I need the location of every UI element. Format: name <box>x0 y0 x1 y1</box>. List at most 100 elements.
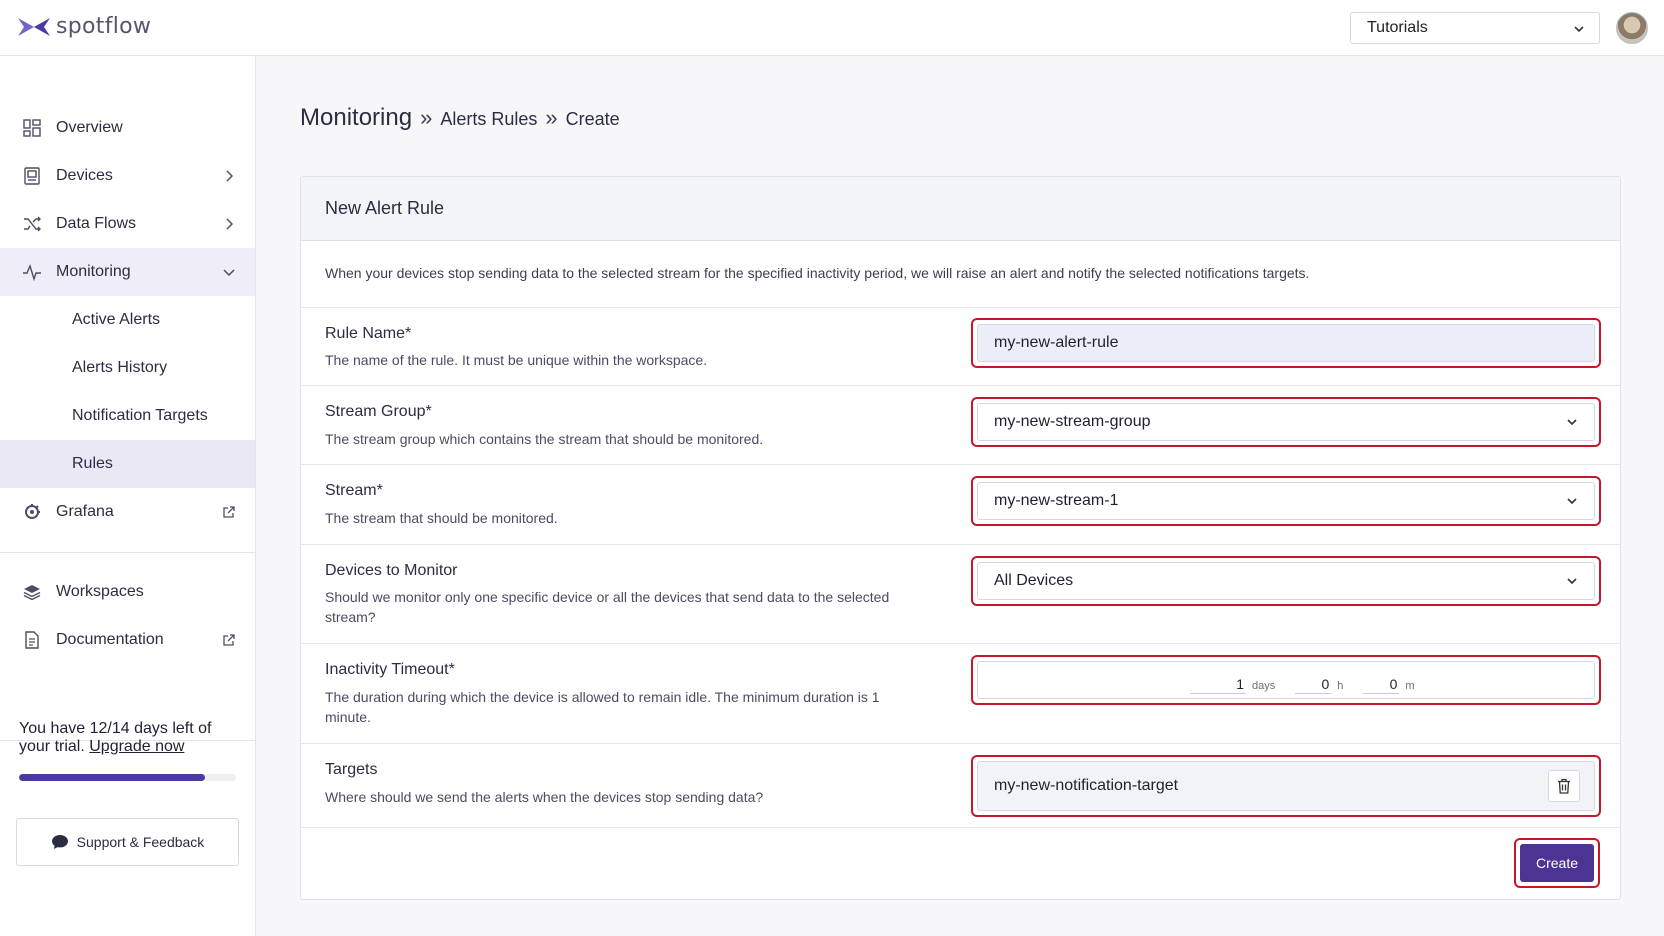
stream-group-label: Stream Group* <box>325 403 432 420</box>
sidebar-item-label: Devices <box>56 167 113 184</box>
row-divider <box>301 827 1620 828</box>
sidebar-item-data-flows[interactable]: Data Flows <box>0 200 255 248</box>
sidebar-item-overview[interactable]: Overview <box>0 104 255 152</box>
sidebar-item-active-alerts[interactable]: Active Alerts <box>0 296 255 344</box>
sidebar-item-label: Workspaces <box>56 583 144 600</box>
breadcrumb-monitoring[interactable]: Monitoring <box>300 104 412 132</box>
support-feedback-button[interactable]: Support & Feedback <box>16 818 239 866</box>
stream-group-value: my-new-stream-group <box>994 413 1151 430</box>
stream-label: Stream* <box>325 482 383 499</box>
devices-select[interactable]: All Devices <box>977 562 1595 600</box>
row-divider <box>301 544 1620 545</box>
row-divider <box>301 385 1620 386</box>
chevron-right-icon <box>226 218 234 230</box>
rule-name-help: The name of the rule. It must be unique … <box>325 352 708 368</box>
devices-value: All Devices <box>994 572 1074 589</box>
sidebar-item-label: Overview <box>56 119 123 136</box>
upgrade-link[interactable]: Upgrade now <box>89 738 184 755</box>
timeout-label: Inactivity Timeout* <box>325 661 455 678</box>
sidebar-item-rules[interactable]: Rules <box>0 440 255 488</box>
workspace-select-value: Tutorials <box>1367 19 1428 36</box>
trial-progress-bar <box>19 774 236 781</box>
pulse-icon <box>23 263 41 282</box>
chat-icon <box>51 835 68 849</box>
sidebar-item-monitoring[interactable]: Monitoring <box>0 248 255 296</box>
shuffle-icon <box>24 216 41 232</box>
row-divider <box>301 464 1620 465</box>
sidebar-item-label: Grafana <box>56 503 114 520</box>
breadcrumb-create: Create <box>565 109 620 129</box>
timeout-hours-input[interactable]: 0 <box>1295 676 1332 694</box>
targets-help: Where should we send the alerts when the… <box>325 789 764 805</box>
sidebar-item-label: Rules <box>72 455 113 472</box>
sidebar-item-label: Data Flows <box>56 215 137 232</box>
sidebar-divider <box>0 552 255 553</box>
sidebar-item-label: Alerts History <box>72 359 168 376</box>
chevron-down-icon <box>1567 419 1577 426</box>
timeout-hours-unit: h <box>1337 680 1344 692</box>
chevron-down-icon <box>223 269 235 277</box>
timeout-days-unit: days <box>1252 680 1276 692</box>
workspace-select[interactable]: Tutorials <box>1350 12 1600 44</box>
timeout-minutes-input[interactable]: 0 <box>1363 676 1400 694</box>
targets-highlight: my-new-notification-target <box>971 755 1601 817</box>
user-avatar[interactable] <box>1616 12 1648 44</box>
timeout-highlight: 1 days 0 h 0 m <box>971 655 1601 705</box>
trash-icon <box>1558 778 1570 794</box>
sidebar-item-grafana[interactable]: Grafana <box>0 488 255 536</box>
stream-group-help: The stream group which contains the stre… <box>325 431 764 447</box>
devices-label: Devices to Monitor <box>325 562 458 579</box>
delete-target-button[interactable] <box>1548 770 1580 802</box>
sidebar-item-devices[interactable]: Devices <box>0 152 255 200</box>
new-alert-rule-card: New Alert Rule When your devices stop se… <box>300 176 1621 900</box>
target-item: my-new-notification-target <box>977 761 1595 811</box>
stream-group-select[interactable]: my-new-stream-group <box>977 403 1595 441</box>
external-link-icon <box>223 634 235 646</box>
create-button[interactable]: Create <box>1520 844 1594 882</box>
stream-value: my-new-stream-1 <box>994 492 1119 509</box>
timeout-minutes-unit: m <box>1405 680 1415 692</box>
support-label: Support & Feedback <box>76 834 205 850</box>
grafana-icon <box>25 504 40 519</box>
devices-help: Should we monitor only one specific devi… <box>325 589 890 625</box>
spotflow-logo[interactable]: spotflow <box>16 14 151 39</box>
stream-select[interactable]: my-new-stream-1 <box>977 482 1595 520</box>
document-icon <box>25 631 39 649</box>
stream-group-highlight: my-new-stream-group <box>971 397 1601 447</box>
sidebar-item-documentation[interactable]: Documentation <box>0 616 255 664</box>
sidebar-item-label: Active Alerts <box>72 311 161 328</box>
row-divider <box>301 643 1620 644</box>
rule-name-highlight: my-new-alert-rule <box>971 318 1601 368</box>
sidebar: Overview Devices Data Flows Monitoring A… <box>0 56 256 936</box>
card-header: New Alert Rule <box>301 177 1620 241</box>
row-divider <box>301 743 1620 744</box>
sidebar-item-workspaces[interactable]: Workspaces <box>0 568 255 616</box>
devices-highlight: All Devices <box>971 556 1601 606</box>
device-icon <box>24 167 40 185</box>
sidebar-item-label: Documentation <box>56 631 164 648</box>
top-bar: spotflow Tutorials <box>0 0 1664 56</box>
timeout-input: 1 days 0 h 0 m <box>977 661 1595 699</box>
timeout-fields: 1 days 0 h 0 m <box>1190 676 1429 694</box>
rule-name-input[interactable]: my-new-alert-rule <box>977 324 1595 362</box>
breadcrumb-separator: » <box>545 105 558 130</box>
spotflow-logo-icon <box>18 17 50 36</box>
sidebar-item-label: Notification Targets <box>72 407 208 424</box>
breadcrumb: Monitoring » Alerts Rules » Create <box>300 104 620 132</box>
timeout-days-input[interactable]: 1 <box>1190 676 1246 694</box>
sidebar-item-notification-targets[interactable]: Notification Targets <box>0 392 255 440</box>
row-divider <box>301 307 1620 308</box>
sidebar-item-alerts-history[interactable]: Alerts History <box>0 344 255 392</box>
layers-icon <box>23 585 41 601</box>
chevron-right-icon <box>226 170 234 182</box>
sidebar-item-label: Monitoring <box>56 263 131 280</box>
targets-label: Targets <box>325 761 378 778</box>
chevron-down-icon <box>1567 578 1577 585</box>
logo-text: spotflow <box>56 14 152 39</box>
chevron-down-icon <box>1567 498 1577 505</box>
trial-notice: You have 12/14 days left of your trial. … <box>19 720 239 756</box>
card-description: When your devices stop sending data to t… <box>325 265 1310 281</box>
breadcrumb-separator: » <box>420 105 433 130</box>
external-link-icon <box>223 506 235 518</box>
breadcrumb-alerts-rules[interactable]: Alerts Rules <box>440 109 537 130</box>
